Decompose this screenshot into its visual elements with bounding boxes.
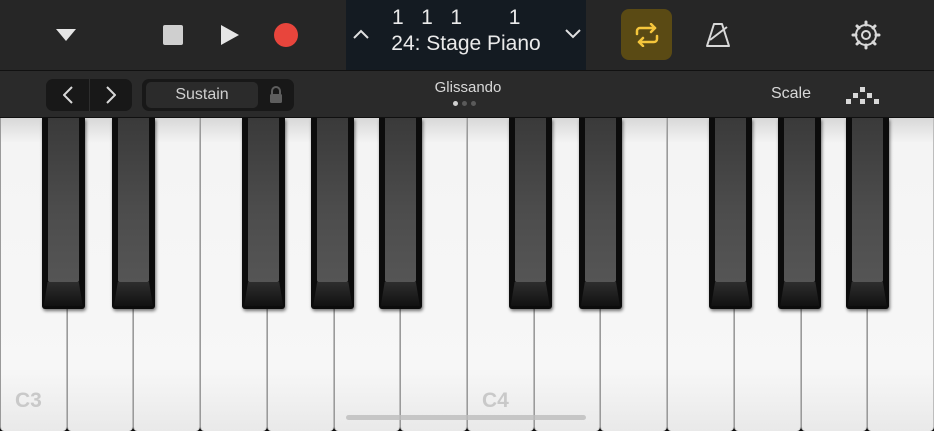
black-key-f-sharp4[interactable]	[709, 118, 753, 309]
stop-icon	[163, 25, 183, 45]
loop-icon	[635, 22, 658, 47]
next-patch-button[interactable]	[560, 20, 586, 48]
octave-up-button[interactable]	[89, 79, 132, 111]
black-key-c-sharp4[interactable]	[508, 118, 552, 309]
black-key-face	[715, 118, 747, 282]
arpeggiator-button[interactable]	[842, 83, 886, 107]
black-key-front	[780, 282, 820, 306]
black-key-a-sharp4[interactable]	[845, 118, 889, 309]
playhead-position: 1 1 1 1	[392, 6, 521, 29]
chevron-down-icon	[56, 29, 76, 41]
black-key-a-sharp3[interactable]	[378, 118, 422, 309]
black-key-front	[313, 282, 353, 306]
page-dot	[471, 101, 476, 106]
black-key-d-sharp3[interactable]	[111, 118, 155, 309]
black-key-front	[847, 282, 887, 306]
black-key-face	[317, 118, 349, 282]
octave-label: C4	[482, 389, 509, 412]
play-icon	[221, 25, 239, 45]
chevron-down-icon	[565, 29, 581, 39]
black-key-front	[580, 282, 620, 306]
page-indicator[interactable]	[453, 101, 483, 107]
settings-button[interactable]	[846, 15, 886, 55]
page-dot	[453, 101, 458, 106]
black-key-face	[851, 118, 883, 282]
control-bar: 1 1 1 1 24: Stage Piano	[0, 0, 934, 70]
home-indicator	[346, 415, 586, 420]
piano-keyboard: C3 C4	[0, 118, 934, 431]
settings-icon	[851, 20, 881, 50]
octave-shift-group	[46, 79, 132, 111]
record-button[interactable]	[266, 15, 306, 55]
chevron-right-icon	[106, 86, 116, 104]
lock-icon	[270, 86, 282, 103]
black-key-f-sharp3[interactable]	[242, 118, 286, 309]
black-key-front	[43, 282, 83, 306]
black-key-face	[584, 118, 616, 282]
lcd-display[interactable]: 1 1 1 1 24: Stage Piano	[346, 0, 586, 70]
black-key-d-sharp4[interactable]	[578, 118, 622, 309]
metronome-button[interactable]	[698, 15, 738, 55]
loop-toggle-button[interactable]	[621, 9, 672, 60]
sustain-lock-button[interactable]	[262, 82, 290, 108]
black-key-face	[784, 118, 816, 282]
chevron-up-icon	[353, 29, 369, 39]
previous-patch-button[interactable]	[348, 20, 374, 48]
black-key-front	[244, 282, 284, 306]
octave-down-button[interactable]	[46, 79, 89, 111]
view-menu-button[interactable]	[46, 17, 86, 53]
page-dot	[462, 101, 467, 106]
black-key-front	[711, 282, 751, 306]
keyboard-control-bar: Sustain Glissando Scale	[0, 70, 934, 118]
glide-mode-label[interactable]: Glissando	[408, 79, 528, 99]
black-key-front	[380, 282, 420, 306]
black-key-g-sharp3[interactable]	[311, 118, 355, 309]
scale-button[interactable]: Scale	[760, 85, 822, 105]
black-key-front	[510, 282, 550, 306]
sustain-group: Sustain	[142, 79, 294, 111]
black-key-face	[384, 118, 416, 282]
sustain-button[interactable]: Sustain	[146, 82, 258, 108]
black-key-face	[117, 118, 149, 282]
octave-label: C3	[15, 389, 42, 412]
arpeggiator-icon	[846, 87, 879, 104]
instrument-name: 24: Stage Piano	[391, 32, 541, 55]
black-key-g-sharp4[interactable]	[778, 118, 822, 309]
chevron-left-icon	[62, 86, 73, 104]
record-icon	[274, 23, 298, 47]
play-button[interactable]	[210, 15, 250, 55]
black-key-face	[248, 118, 280, 282]
black-key-front	[113, 282, 153, 306]
stop-button[interactable]	[153, 15, 193, 55]
black-key-face	[514, 118, 546, 282]
metronome-icon	[706, 23, 730, 47]
black-key-c-sharp3[interactable]	[41, 118, 85, 309]
black-key-face	[47, 118, 79, 282]
